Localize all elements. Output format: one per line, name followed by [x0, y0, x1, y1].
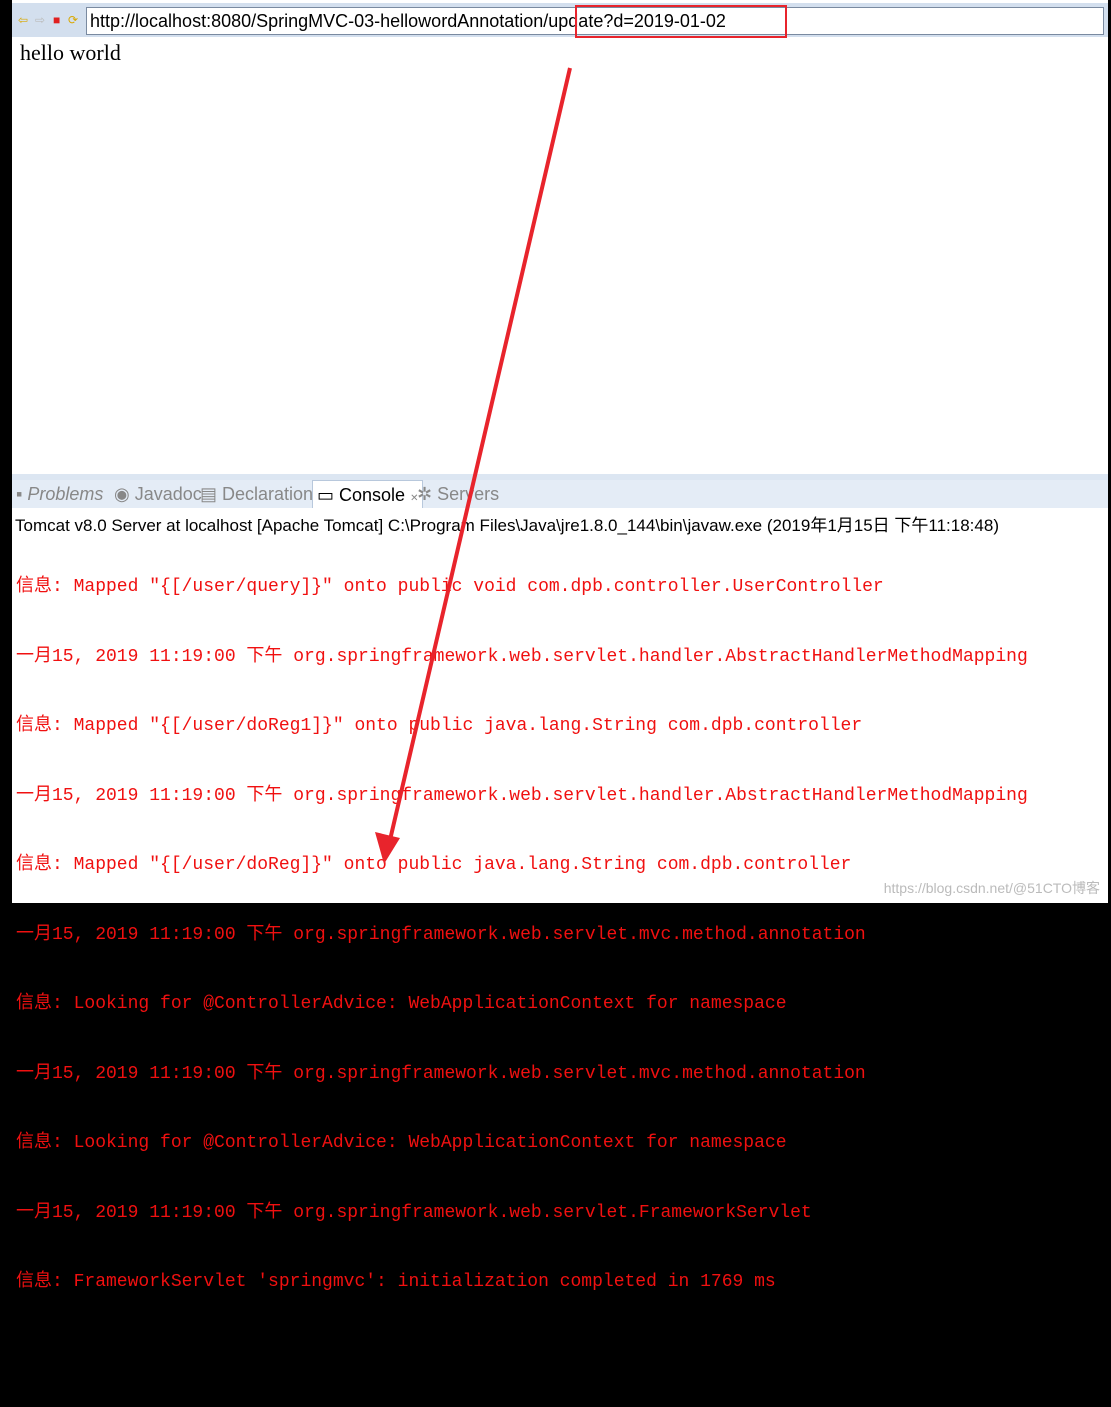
log-line: 一月15, 2019 11:19:00 下午 org.springframewo… — [16, 1202, 812, 1223]
log-line: 一月15, 2019 11:19:00 下午 org.springframewo… — [16, 1063, 866, 1084]
arrow-head — [375, 832, 400, 864]
log-line: 一月15, 2019 11:19:00 下午 org.springframewo… — [16, 924, 866, 945]
arrow-line — [388, 67, 572, 841]
annotation-arrow — [375, 67, 572, 864]
log-line: 信息: FrameworkServlet 'springmvc': initia… — [16, 1272, 776, 1292]
program-output: Wed Jan 02 00:00:00 CST 2019 — [16, 1341, 319, 1362]
log-line: 信息: Looking for @ControllerAdvice: WebAp… — [16, 994, 787, 1014]
log-line: 信息: Looking for @ControllerAdvice: WebAp… — [16, 1133, 787, 1153]
